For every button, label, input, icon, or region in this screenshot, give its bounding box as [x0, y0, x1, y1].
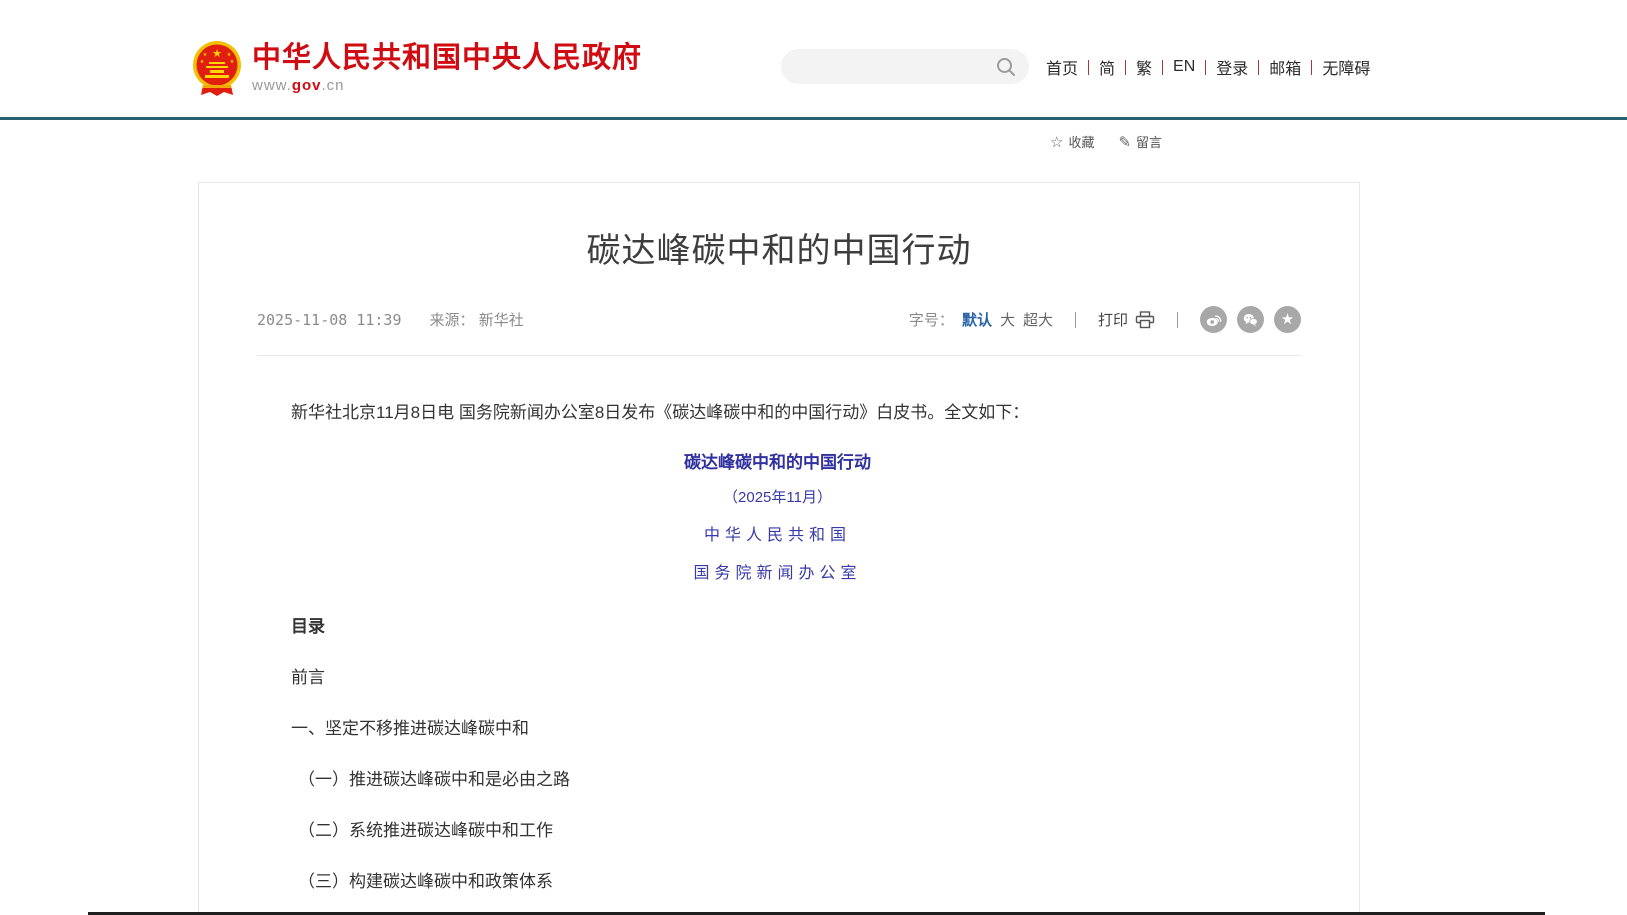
brand-text: 中华人民共和国中央人民政府 www.gov.cn	[252, 40, 642, 94]
source-name: 新华社	[479, 312, 524, 329]
article-meta-row: 2025-11-08 11:39 来源： 新华社 字号： 默认 大 超大 打印	[257, 306, 1301, 356]
article-body: 新华社北京11月8日电 国务院新闻办公室8日发布《碳达峰碳中和的中国行动》白皮书…	[199, 400, 1359, 915]
nav-link-accessibility[interactable]: 无障碍	[1322, 55, 1370, 79]
toc-item: （一）推进碳达峰碳中和是必由之路	[291, 765, 1264, 790]
share-icons: ★	[1200, 306, 1301, 333]
top-nav: 首页 简 繁 EN 登录 邮箱 无障碍	[1046, 55, 1370, 79]
toc-item: 前言	[291, 663, 1264, 688]
national-emblem-icon: ★ ★ ★ ★ ★	[191, 40, 243, 98]
toc-heading: 目录	[291, 612, 1264, 637]
svg-text:★: ★	[227, 52, 232, 58]
search-box[interactable]	[781, 49, 1029, 84]
favorite-label: 收藏	[1068, 132, 1094, 151]
font-size-label: 字号：	[909, 309, 954, 330]
header-divider	[0, 117, 1627, 120]
nav-link-login[interactable]: 登录	[1216, 55, 1248, 79]
svg-text:★: ★	[200, 59, 205, 65]
nav-link-traditional[interactable]: 繁	[1136, 55, 1152, 79]
font-size-default-button[interactable]: 默认	[962, 309, 992, 330]
message-button[interactable]: ✎ 留言	[1118, 132, 1162, 151]
nav-link-english[interactable]: EN	[1173, 58, 1195, 76]
nav-separator	[1088, 60, 1089, 75]
nav-separator	[1125, 60, 1126, 75]
nav-link-simplified[interactable]: 简	[1099, 55, 1115, 79]
article-meta-left: 2025-11-08 11:39 来源： 新华社	[257, 309, 524, 330]
printer-icon	[1135, 311, 1155, 329]
wechat-share-icon[interactable]	[1237, 306, 1264, 333]
document-author-line: 国务院新闻办公室	[291, 559, 1264, 583]
print-button[interactable]: 打印	[1098, 309, 1155, 330]
page: ★ ★ ★ ★ ★ 中华人民共和国中央人民政府 www.gov.cn	[0, 0, 1627, 915]
toolbar-separator	[1075, 312, 1076, 328]
source: 来源： 新华社	[430, 309, 524, 330]
weibo-share-icon[interactable]	[1200, 306, 1227, 333]
message-label: 留言	[1136, 132, 1162, 151]
favorite-button[interactable]: ☆ 收藏	[1050, 132, 1094, 151]
svg-text:★: ★	[212, 48, 222, 60]
svg-text:★: ★	[230, 59, 235, 65]
font-size-xlarge-button[interactable]: 超大	[1023, 309, 1053, 330]
document-title: 碳达峰碳中和的中国行动	[291, 448, 1264, 473]
site-header: ★ ★ ★ ★ ★ 中华人民共和国中央人民政府 www.gov.cn	[0, 0, 1627, 117]
star-glyph: ★	[1281, 312, 1294, 327]
nav-separator	[1311, 60, 1312, 75]
page-actions: ☆ 收藏 ✎ 留言	[1050, 132, 1162, 151]
article-toolbar: 字号： 默认 大 超大 打印	[909, 306, 1301, 333]
site-url: www.gov.cn	[252, 77, 642, 94]
pencil-icon: ✎	[1118, 133, 1131, 151]
site-title: 中华人民共和国中央人民政府	[252, 42, 642, 74]
nav-separator	[1162, 60, 1163, 75]
nav-link-home[interactable]: 首页	[1046, 55, 1078, 79]
toc-item: 一、坚定不移推进碳达峰碳中和	[291, 714, 1264, 739]
nav-link-mail[interactable]: 邮箱	[1269, 55, 1301, 79]
article-card: 碳达峰碳中和的中国行动 2025-11-08 11:39 来源： 新华社 字号：…	[198, 182, 1360, 915]
nav-separator	[1258, 60, 1259, 75]
search-icon[interactable]	[995, 56, 1017, 78]
search-input[interactable]	[781, 49, 995, 84]
toc-item: （二）系统推进碳达峰碳中和工作	[291, 816, 1264, 841]
article-intro: 新华社北京11月8日电 国务院新闻办公室8日发布《碳达峰碳中和的中国行动》白皮书…	[291, 400, 1264, 425]
publish-date: 2025-11-08 11:39	[257, 311, 402, 329]
document-author-line: 中华人民共和国	[291, 521, 1264, 545]
page-title: 碳达峰碳中和的中国行动	[199, 223, 1359, 272]
nav-separator	[1205, 60, 1206, 75]
document-date: （2025年11月）	[291, 486, 1264, 507]
toolbar-separator	[1177, 312, 1178, 328]
star-outline-icon: ☆	[1050, 133, 1063, 151]
star-share-icon[interactable]: ★	[1274, 306, 1301, 333]
svg-text:★: ★	[203, 52, 208, 58]
site-logo[interactable]: ★ ★ ★ ★ ★ 中华人民共和国中央人民政府 www.gov.cn	[191, 40, 642, 98]
print-label: 打印	[1098, 309, 1128, 330]
font-size-large-button[interactable]: 大	[1000, 309, 1015, 330]
toc-item: （三）构建碳达峰碳中和政策体系	[291, 867, 1264, 892]
